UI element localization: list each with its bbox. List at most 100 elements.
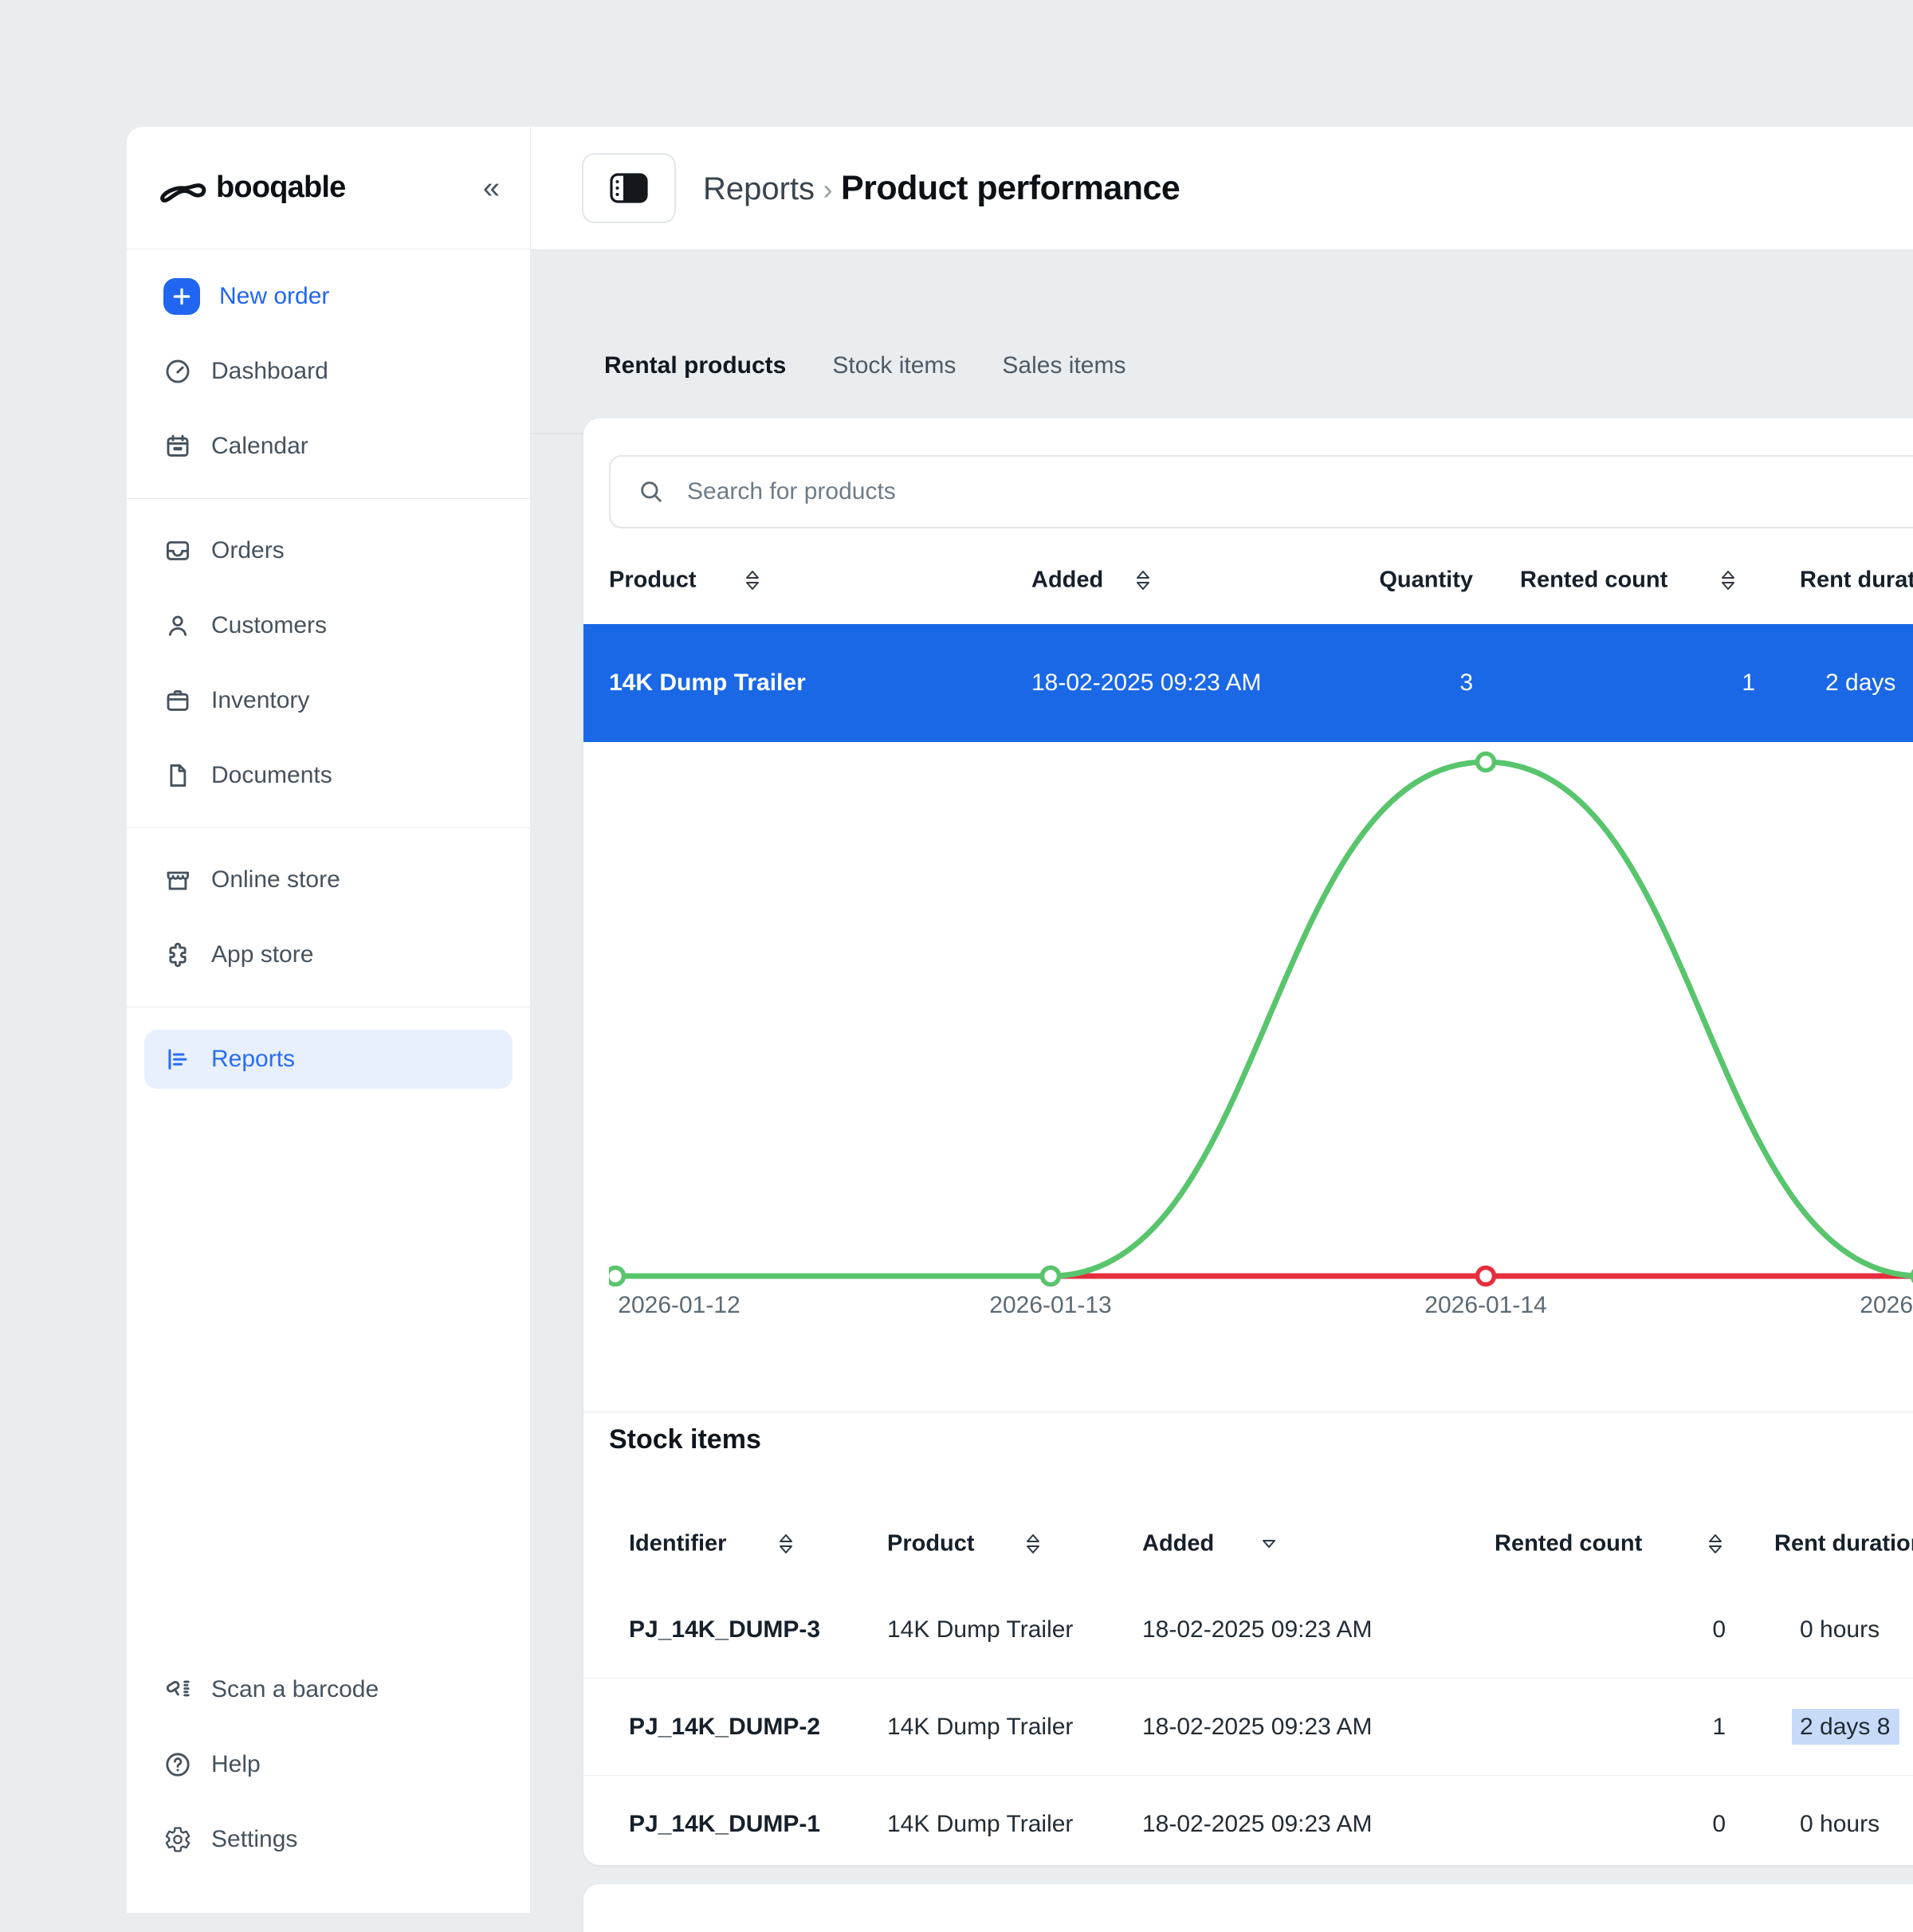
column-header-product[interactable]: Product xyxy=(609,567,697,594)
sidebar-item-dashboard[interactable]: Dashboard xyxy=(127,334,530,409)
inbox-icon xyxy=(163,536,192,565)
header-divider xyxy=(531,249,1913,250)
sidebar-item-label: New order xyxy=(219,283,329,310)
cell-identifier: PJ_14K_DUMP-2 xyxy=(629,1714,820,1741)
sidebar-item-settings[interactable]: Settings xyxy=(127,1802,530,1877)
sidebar-item-customers[interactable]: Customers xyxy=(127,588,530,663)
booqable-logo-icon xyxy=(159,167,208,208)
tab-rental-products[interactable]: Rental products xyxy=(604,352,786,379)
cell-added: 18-02-2025 09:23 AM xyxy=(1142,1616,1373,1643)
search-input[interactable] xyxy=(685,477,1913,506)
stock-item-row[interactable]: PJ_14K_DUMP-2 14K Dump Trailer 18-02-202… xyxy=(583,1679,1913,1775)
cell-added: 18-02-2025 09:23 AM xyxy=(1031,670,1262,697)
sidebar-item-reports[interactable]: Reports xyxy=(144,1030,513,1089)
stock-item-row[interactable]: PJ_14K_DUMP-1 14K Dump Trailer 18-02-202… xyxy=(583,1776,1913,1872)
breadcrumb: Reports › Product performance xyxy=(703,169,1180,208)
sidebar-item-scan-barcode[interactable]: Scan a barcode xyxy=(127,1652,530,1727)
cell-product: 14K Dump Trailer xyxy=(609,670,806,697)
column-header-added[interactable]: Added xyxy=(1142,1531,1214,1557)
sidebar-item-label: Scan a barcode xyxy=(211,1676,379,1703)
page-title: Product performance xyxy=(841,169,1180,207)
calendar-icon xyxy=(163,432,192,461)
column-header-rent-duration[interactable]: Rent duration xyxy=(1774,1531,1913,1557)
sidebar-item-label: Dashboard xyxy=(211,358,328,385)
sidebar-item-help[interactable]: Help xyxy=(127,1727,530,1802)
sidebar-item-label: Help xyxy=(211,1751,261,1778)
tab-sales-items[interactable]: Sales items xyxy=(1002,352,1125,379)
column-header-rented-count[interactable]: Rented count xyxy=(1520,567,1667,594)
gear-icon xyxy=(163,1825,192,1854)
sidebar-item-label: Settings xyxy=(211,1826,297,1853)
tab-bar: Rental products Stock items Sales items xyxy=(604,343,1125,389)
column-header-quantity[interactable]: Quantity xyxy=(1301,567,1473,594)
cell-quantity: 3 xyxy=(1301,670,1473,697)
next-section-card xyxy=(583,1884,1913,1932)
plus-icon xyxy=(163,278,200,315)
sort-icon[interactable] xyxy=(1706,1532,1725,1556)
breadcrumb-separator: › xyxy=(823,173,833,206)
sidebar-item-inventory[interactable]: Inventory xyxy=(127,663,530,738)
storefront-icon xyxy=(163,866,192,894)
cell-rent-duration: 0 hours xyxy=(1800,1811,1880,1838)
product-search[interactable] xyxy=(609,455,1913,528)
sidebar-group-store: Online store App store xyxy=(127,833,530,1002)
search-icon xyxy=(638,478,665,505)
sidebar-item-label: Inventory xyxy=(211,687,309,714)
sidebar-item-orders[interactable]: Orders xyxy=(127,513,530,588)
rental-products-card: Product Added Quantity Rented count Rent… xyxy=(583,418,1913,1865)
sidebar-collapse-icon[interactable]: « xyxy=(483,173,500,203)
cell-rented-count: 0 xyxy=(1566,1811,1726,1838)
cell-product: 14K Dump Trailer xyxy=(887,1811,1073,1838)
sidebar-item-documents[interactable]: Documents xyxy=(127,738,530,813)
stock-item-row[interactable]: PJ_14K_DUMP-3 14K Dump Trailer 18-02-202… xyxy=(583,1581,1913,1678)
sort-icon[interactable] xyxy=(1133,568,1153,592)
barcode-scanner-icon xyxy=(163,1675,192,1704)
cell-rented-count: 0 xyxy=(1566,1616,1726,1643)
cell-added: 18-02-2025 09:23 AM xyxy=(1142,1811,1373,1838)
column-header-identifier[interactable]: Identifier xyxy=(629,1531,726,1557)
svg-text:2026-01-13: 2026-01-13 xyxy=(989,1292,1111,1318)
dashboard-icon xyxy=(163,357,192,386)
cell-added: 18-02-2025 09:23 AM xyxy=(1142,1714,1373,1741)
column-header-rent-duration[interactable]: Rent duration xyxy=(1800,567,1913,594)
selected-product-row[interactable]: 14K Dump Trailer 18-02-2025 09:23 AM 3 1… xyxy=(583,624,1913,742)
cell-rent-duration: 0 hours xyxy=(1800,1616,1880,1643)
person-icon xyxy=(163,611,192,640)
sidebar-item-label: Reports xyxy=(211,1046,295,1073)
svg-text:2026-01-15: 2026-01-15 xyxy=(1860,1292,1913,1318)
cell-rented-count: 1 xyxy=(1583,670,1755,697)
highlighted-value: 2 days 8 xyxy=(1792,1709,1899,1745)
column-header-added[interactable]: Added xyxy=(1031,567,1103,594)
sidebar-divider xyxy=(127,498,530,499)
sort-descending-icon[interactable] xyxy=(1259,1532,1279,1556)
breadcrumb-reports-link[interactable]: Reports xyxy=(703,171,815,206)
cell-rent-duration-highlighted: 2 days 8 xyxy=(1800,1714,1899,1741)
sidebar-header: booqable « xyxy=(127,127,530,249)
column-header-product[interactable]: Product xyxy=(887,1531,975,1557)
booqable-logo[interactable]: booqable xyxy=(159,167,346,208)
sidebar-item-label: App store xyxy=(211,941,313,968)
svg-text:2026-01-12: 2026-01-12 xyxy=(618,1292,740,1318)
sort-icon[interactable] xyxy=(743,568,762,592)
rental-table-header: Product Added Quantity Rented count Rent… xyxy=(583,560,1913,600)
box-icon xyxy=(163,686,192,715)
sidebar-item-label: Online store xyxy=(211,866,340,893)
cell-rented-count: 1 xyxy=(1566,1714,1726,1741)
cell-product: 14K Dump Trailer xyxy=(887,1616,1073,1643)
sort-icon[interactable] xyxy=(1023,1532,1043,1556)
tab-stock-items[interactable]: Stock items xyxy=(832,352,956,379)
toggle-sidebar-button[interactable] xyxy=(582,153,676,223)
sidebar-item-app-store[interactable]: App store xyxy=(127,917,530,992)
sidebar-item-calendar[interactable]: Calendar xyxy=(127,409,530,484)
cell-identifier: PJ_14K_DUMP-1 xyxy=(629,1811,820,1838)
sidebar-item-new-order[interactable]: New order xyxy=(127,259,530,334)
help-icon xyxy=(163,1750,192,1779)
column-header-rented-count[interactable]: Rented count xyxy=(1495,1531,1642,1557)
sort-icon[interactable] xyxy=(1719,568,1738,592)
sidebar-divider xyxy=(127,827,530,828)
sidebar-group-primary: New order Dashboard Calendar xyxy=(127,249,530,493)
sidebar-group-manage: Orders Customers Inventory Documents xyxy=(127,504,530,823)
sort-icon[interactable] xyxy=(776,1532,795,1556)
sidebar-item-label: Customers xyxy=(211,612,327,639)
sidebar-item-online-store[interactable]: Online store xyxy=(127,842,530,917)
